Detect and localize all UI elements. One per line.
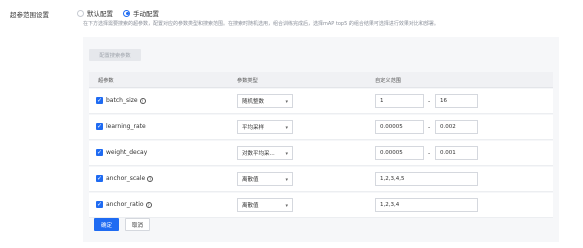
table-row: ✓ learning_rate 平均采样 ▾ 0.00005 - 0.002	[89, 115, 553, 140]
chevron-down-icon: ▾	[285, 99, 288, 105]
discrete-values-input[interactable]: 1,2,3,4,5	[375, 172, 478, 186]
config-panel: 配置搜索参数 超参数 参数类型 自定义范围 ✓ batch_size ! 随机整…	[83, 37, 559, 242]
checkbox-checked-icon[interactable]: ✓	[96, 149, 103, 156]
param-name: learning_rate	[106, 123, 146, 130]
radio-default-label: 默认配置	[87, 10, 113, 18]
discrete-values-input[interactable]: 1,2,3,4	[375, 198, 478, 212]
range-max-input[interactable]: 0.002	[435, 120, 478, 134]
radio-default-config[interactable]: 默认配置	[77, 8, 113, 18]
param-name-label: anchor_ratio	[106, 201, 144, 208]
param-type-value: 随机整数	[242, 99, 265, 105]
range-dash: -	[428, 124, 431, 131]
config-mode-radio-group: 默认配置 手动配置	[77, 8, 159, 18]
param-name: anchor_ratio ?	[106, 201, 152, 208]
param-type-value: 平均采样	[242, 125, 265, 131]
param-type-select[interactable]: 对数平均采... ▾	[237, 146, 293, 160]
param-type-value: 离散值	[242, 203, 259, 209]
range-min-input[interactable]: 1	[375, 94, 424, 108]
configure-search-params-button[interactable]: 配置搜索参数	[89, 49, 141, 61]
param-name: weight_decay	[106, 149, 147, 156]
table-row: ✓ weight_decay 对数平均采... ▾ 0.00005 - 0.00…	[89, 141, 553, 166]
confirm-button[interactable]: 确定	[94, 218, 119, 231]
param-type-select[interactable]: 离散值 ▾	[237, 198, 293, 212]
radio-selected-icon	[123, 9, 130, 17]
hyperparam-range-label: 超参范围设置	[10, 11, 49, 19]
range-dash: -	[428, 98, 431, 105]
chevron-down-icon: ▾	[285, 125, 288, 131]
col-header-param: 超参数	[98, 78, 114, 84]
col-header-type: 参数类型	[237, 78, 258, 84]
col-header-range: 自定义范围	[375, 78, 401, 84]
table-row: ✓ batch_size ! 随机整数 ▾ 1 - 16	[89, 89, 553, 114]
chevron-down-icon: ▾	[285, 203, 288, 209]
param-name-label: learning_rate	[106, 123, 146, 130]
chevron-down-icon: ▾	[285, 177, 288, 183]
table-row: ✓ anchor_scale ? 离散值 ▾ 1,2,3,4,5	[89, 167, 553, 192]
checkbox-checked-icon[interactable]: ✓	[96, 97, 103, 104]
param-name-label: batch_size	[106, 97, 138, 104]
param-name-label: anchor_scale	[106, 175, 146, 182]
question-circle-icon[interactable]: !	[139, 97, 146, 104]
description-text: 在下方选择需要搜索的超参数，配置对应的参数类型和搜索范围。在搜索时随机选用，组合…	[83, 21, 439, 27]
table-row: ✓ anchor_ratio ? 离散值 ▾ 1,2,3,4	[89, 193, 553, 218]
param-name-label: weight_decay	[106, 149, 148, 156]
param-type-select[interactable]: 离散值 ▾	[237, 172, 293, 186]
question-circle-icon[interactable]: ?	[145, 201, 152, 208]
radio-manual-label: 手动配置	[133, 10, 159, 18]
question-circle-icon[interactable]: ?	[147, 175, 154, 182]
param-type-value: 对数平均采...	[242, 151, 275, 157]
checkbox-checked-icon[interactable]: ✓	[96, 175, 103, 182]
param-type-select[interactable]: 随机整数 ▾	[237, 94, 293, 108]
param-name: anchor_scale ?	[106, 175, 154, 182]
checkbox-checked-icon[interactable]: ✓	[96, 201, 103, 208]
cancel-button[interactable]: 取消	[125, 218, 150, 231]
chevron-down-icon: ▾	[285, 151, 288, 157]
range-max-input[interactable]: 16	[435, 94, 478, 108]
radio-circle-icon	[77, 9, 84, 17]
table-header: 超参数 参数类型 自定义范围	[89, 72, 553, 88]
range-min-input[interactable]: 0.00005	[375, 146, 424, 160]
checkbox-checked-icon[interactable]: ✓	[96, 123, 103, 130]
radio-manual-config[interactable]: 手动配置	[123, 8, 159, 18]
param-name: batch_size !	[106, 97, 146, 104]
param-type-select[interactable]: 平均采样 ▾	[237, 120, 293, 134]
param-type-value: 离散值	[242, 177, 259, 183]
range-min-input[interactable]: 0.00005	[375, 120, 424, 134]
range-dash: -	[428, 150, 431, 157]
range-max-input[interactable]: 0.001	[435, 146, 478, 160]
